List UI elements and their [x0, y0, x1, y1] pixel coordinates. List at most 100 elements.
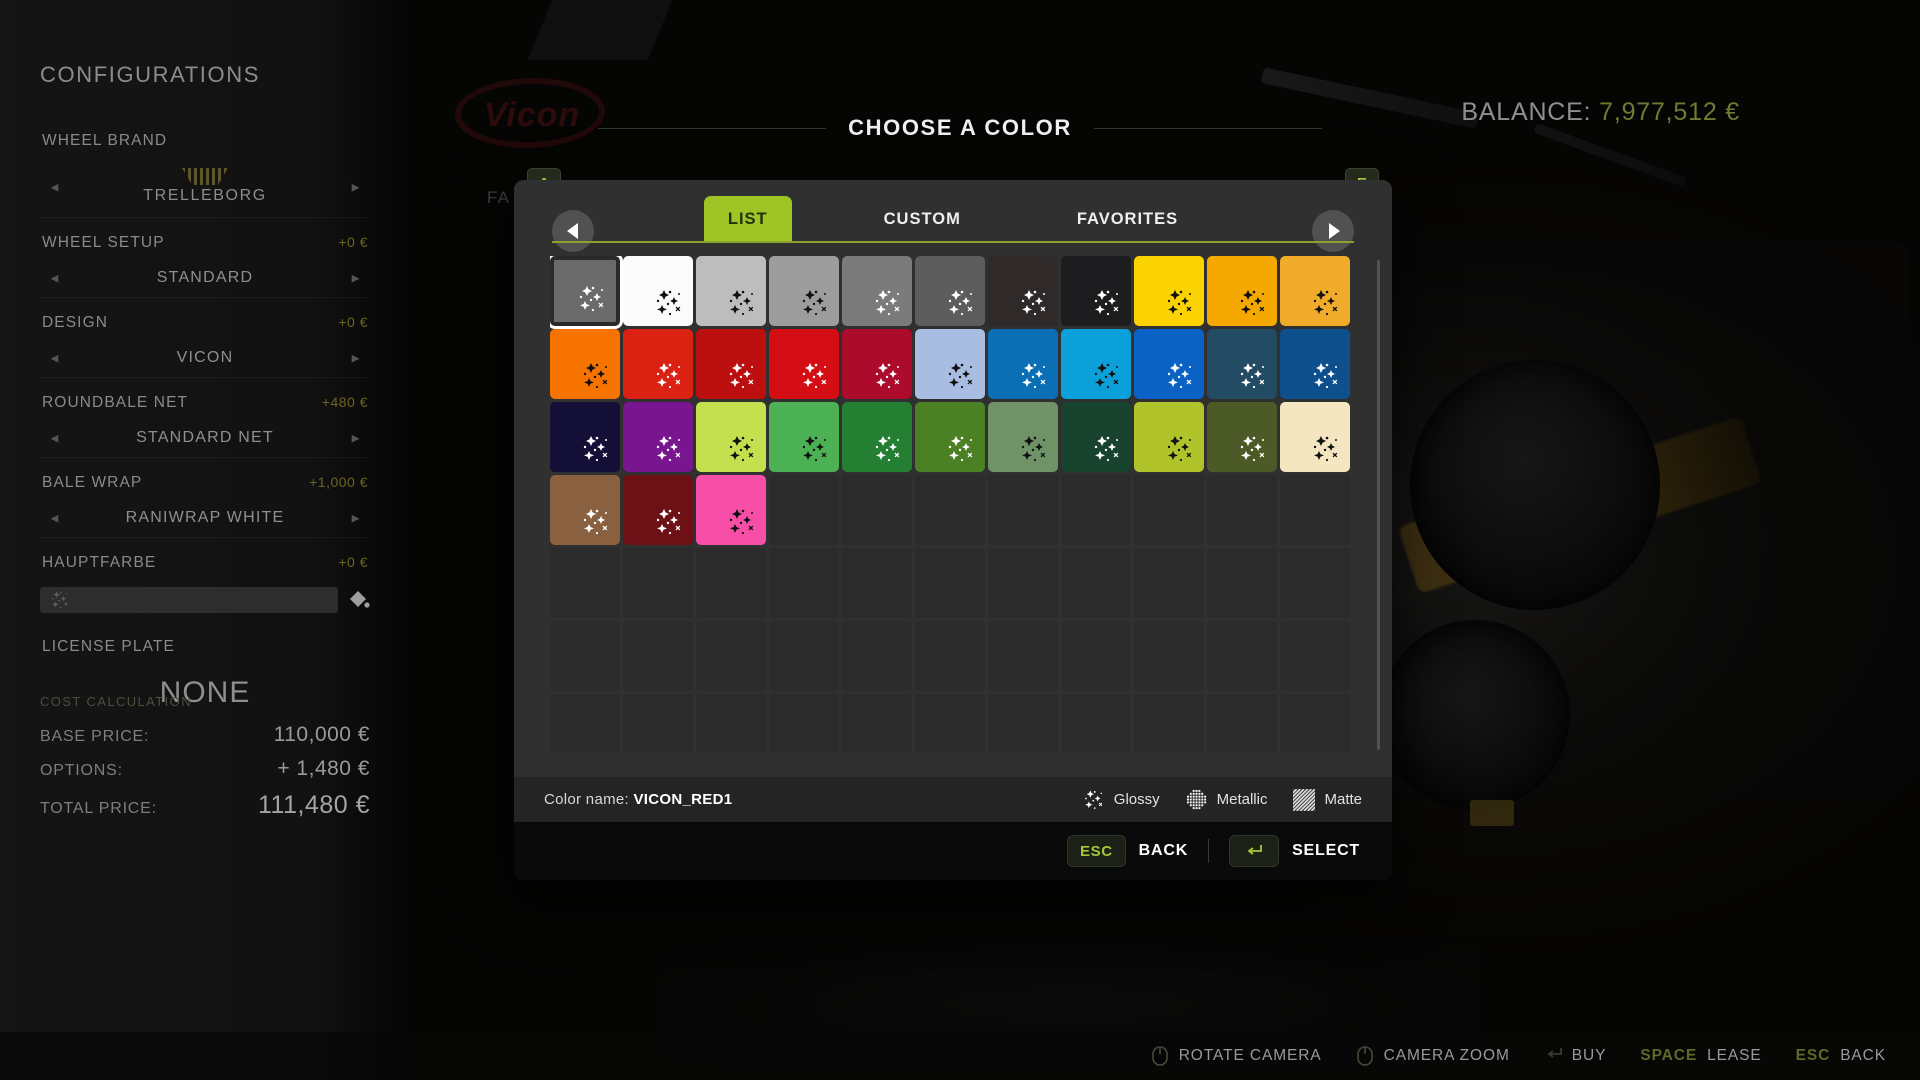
config-row-design[interactable]: DESIGN +0 € ◄ VICON ► — [40, 302, 370, 378]
tab-favorites[interactable]: FAVORITES — [1053, 196, 1202, 242]
config-row-label: DESIGN — [42, 314, 109, 331]
config-row-bale-wrap[interactable]: BALE WRAP +1,000 € ◄ RANIWRAP WHITE ► — [40, 462, 370, 538]
color-swatch[interactable] — [1061, 402, 1131, 472]
color-swatch-empty — [842, 548, 912, 618]
color-swatch[interactable] — [1061, 256, 1131, 326]
paint-bucket-icon[interactable] — [348, 590, 370, 610]
color-swatch[interactable] — [1134, 256, 1204, 326]
help-item-rotate-camera[interactable]: ROTATE CAMERA — [1151, 1045, 1322, 1067]
config-selector[interactable]: ◄ VICON ► — [40, 338, 370, 378]
swatch-fill — [988, 402, 1058, 472]
color-swatch[interactable] — [769, 329, 839, 399]
color-swatch[interactable] — [769, 256, 839, 326]
action-select[interactable]: SELECT — [1229, 835, 1360, 867]
wheel-brand-selector[interactable]: ◄ TRELLEBORG ► — [40, 156, 370, 218]
color-swatch[interactable] — [696, 329, 766, 399]
color-swatch-empty — [915, 621, 985, 691]
esc-key-icon[interactable]: ESC — [1067, 835, 1126, 867]
color-swatch[interactable] — [550, 329, 620, 399]
glossy-sparkle-icon — [1165, 434, 1195, 464]
config-selector[interactable]: ◄ STANDARD ► — [40, 258, 370, 298]
selector-next-arrow[interactable]: ► — [349, 350, 362, 365]
color-swatch[interactable] — [915, 256, 985, 326]
color-swatch[interactable] — [623, 402, 693, 472]
selector-prev-arrow[interactable]: ◄ — [48, 430, 61, 445]
swatch-fill — [550, 475, 620, 545]
glossy-sparkle-icon — [654, 288, 684, 318]
selector-prev-arrow[interactable]: ◄ — [48, 510, 61, 525]
config-row-wheel-setup[interactable]: WHEEL SETUP +0 € ◄ STANDARD ► — [40, 222, 370, 298]
selector-next-arrow[interactable]: ► — [349, 179, 362, 194]
color-swatch[interactable] — [769, 402, 839, 472]
color-swatch[interactable] — [988, 329, 1058, 399]
color-swatch[interactable] — [1134, 329, 1204, 399]
color-swatch[interactable] — [696, 475, 766, 545]
config-selector[interactable]: ◄ STANDARD NET ► — [40, 418, 370, 458]
color-swatch[interactable] — [1280, 329, 1350, 399]
help-item-key: SPACE — [1640, 1047, 1698, 1064]
glossy-sparkle-icon — [1019, 288, 1049, 318]
glossy-sparkle-icon — [1092, 361, 1122, 391]
color-swatch[interactable] — [623, 329, 693, 399]
selector-next-arrow[interactable]: ► — [349, 430, 362, 445]
color-swatch-empty — [1207, 621, 1277, 691]
selector-next-arrow[interactable]: ► — [349, 510, 362, 525]
swatch-fill — [623, 475, 693, 545]
config-row-label: WHEEL SETUP — [42, 234, 165, 251]
color-swatch[interactable] — [696, 402, 766, 472]
glossy-sparkle-icon — [946, 434, 976, 464]
glossy-sparkle-icon — [1167, 436, 1192, 462]
color-swatch[interactable] — [1280, 256, 1350, 326]
config-row-roundbale-net[interactable]: ROUNDBALE NET +480 € ◄ STANDARD NET ► — [40, 382, 370, 458]
color-swatch[interactable] — [842, 329, 912, 399]
help-item-label: BACK — [1840, 1047, 1886, 1064]
color-swatch-empty — [988, 475, 1058, 545]
color-swatch[interactable] — [550, 475, 620, 545]
color-swatch[interactable] — [696, 256, 766, 326]
selector-prev-arrow[interactable]: ◄ — [48, 270, 61, 285]
selector-prev-arrow[interactable]: ◄ — [48, 350, 61, 365]
color-swatch[interactable] — [988, 402, 1058, 472]
tab-list[interactable]: LIST — [703, 196, 792, 242]
color-swatch[interactable] — [842, 402, 912, 472]
color-swatch[interactable] — [1280, 402, 1350, 472]
selector-next-arrow[interactable]: ► — [349, 270, 362, 285]
color-swatch[interactable] — [550, 402, 620, 472]
help-item-back[interactable]: ESC BACK — [1796, 1047, 1886, 1065]
tab-custom[interactable]: CUSTOM — [860, 196, 985, 242]
color-swatch[interactable] — [623, 256, 693, 326]
enter-key-icon[interactable] — [1229, 835, 1280, 867]
cost-line-value: 111,480 € — [257, 791, 370, 819]
glossy-sparkle-icon — [875, 290, 900, 316]
glossy-sparkle-icon — [1240, 363, 1265, 389]
color-swatch[interactable] — [550, 256, 623, 329]
color-swatch[interactable] — [1207, 402, 1277, 472]
color-swatch[interactable] — [1134, 402, 1204, 472]
color-swatch[interactable] — [1061, 329, 1131, 399]
color-swatch[interactable] — [1207, 256, 1277, 326]
selector-prev-arrow[interactable]: ◄ — [48, 179, 61, 194]
config-selector[interactable]: ◄ RANIWRAP WHITE ► — [40, 498, 370, 538]
color-swatch[interactable] — [988, 256, 1058, 326]
action-back[interactable]: ESC BACK — [1067, 835, 1188, 867]
color-swatch-empty — [1134, 621, 1204, 691]
color-swatch[interactable] — [915, 402, 985, 472]
color-swatch[interactable] — [842, 256, 912, 326]
config-row-hauptfarbe[interactable]: HAUPTFARBE +0 € — [40, 542, 370, 622]
color-swatch[interactable] — [1207, 329, 1277, 399]
grid-scrollbar[interactable] — [1377, 260, 1380, 750]
help-item-camera-zoom[interactable]: CAMERA ZOOM — [1356, 1045, 1510, 1067]
help-item-lease[interactable]: SPACE LEASE — [1640, 1047, 1761, 1065]
config-row-header: HAUPTFARBE +0 € — [40, 542, 370, 578]
config-selector-value: RANIWRAP WHITE — [125, 508, 285, 526]
current-color-swatch-bar[interactable] — [40, 587, 338, 613]
main-color-selector[interactable] — [40, 578, 370, 622]
color-swatch[interactable] — [915, 329, 985, 399]
page-title-bar: CHOOSE A COLOR — [0, 108, 1920, 148]
help-item-buy[interactable]: BUY — [1544, 1045, 1607, 1067]
color-swatch[interactable] — [623, 475, 693, 545]
dialog-tabs: LIST CUSTOM FAVORITES — [514, 180, 1392, 242]
cost-line-value: 110,000 € — [273, 723, 370, 746]
glossy-sparkle-icon — [1084, 789, 1103, 809]
swatch-fill — [696, 475, 766, 545]
